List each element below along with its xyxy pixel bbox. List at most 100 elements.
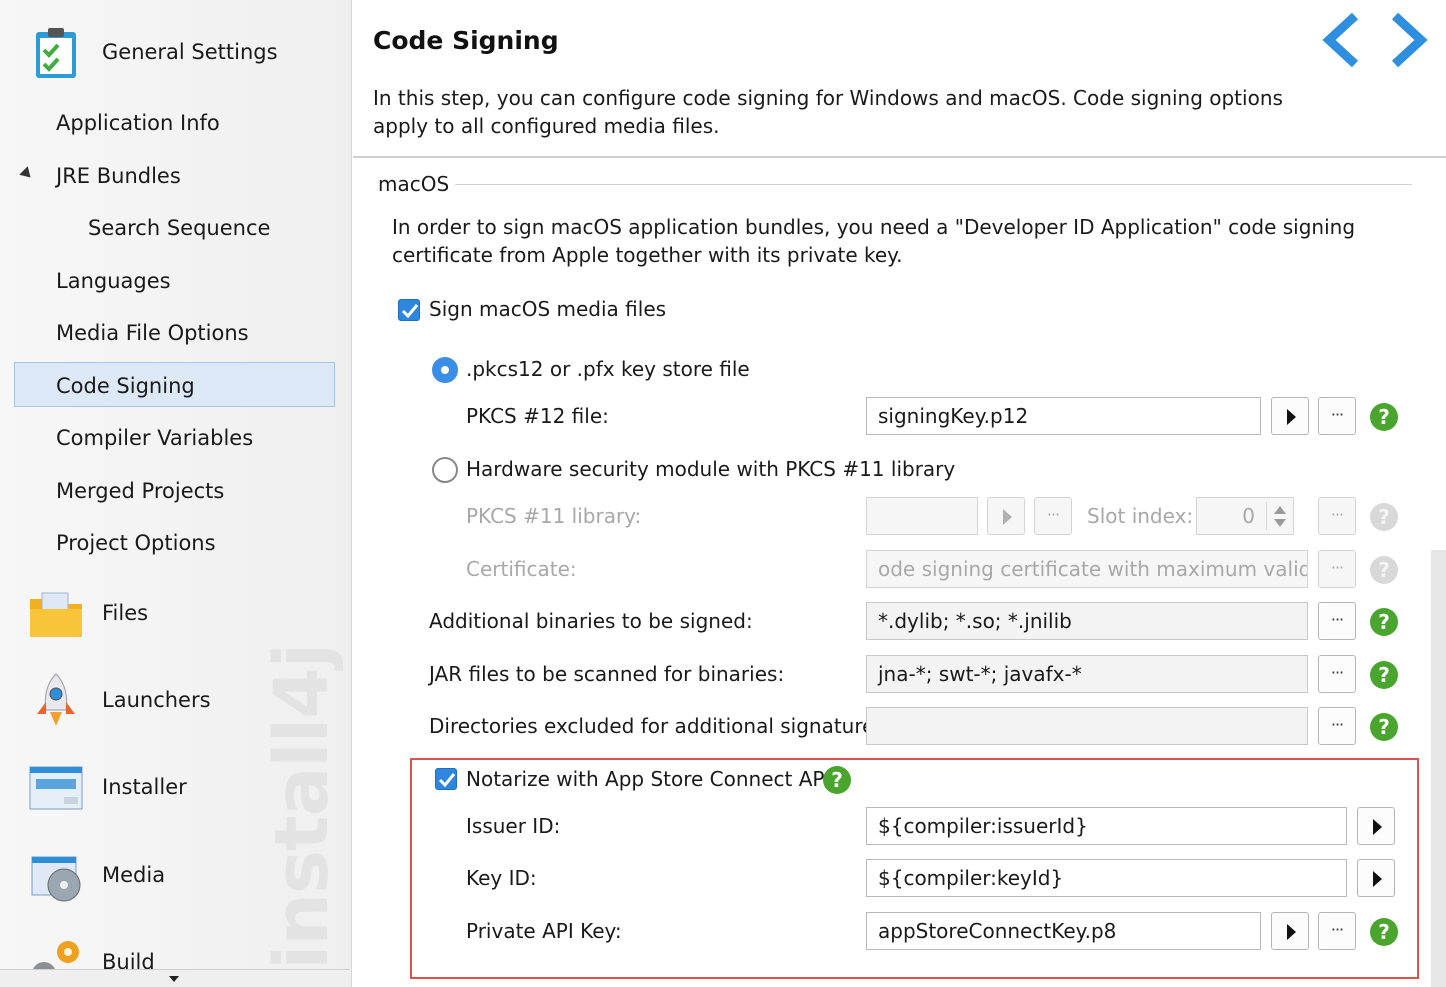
code-signing-form: macOS In order to sign macOS application… [353,160,1446,987]
checkmark-icon [438,773,456,788]
media-disc-icon [31,856,81,902]
ellipsis-icon: ··· [1330,558,1344,577]
chevron-down-icon [169,976,179,982]
sidebar-item-project-options[interactable]: Project Options [56,521,216,565]
hsm-help-icon[interactable]: ? [1370,503,1398,531]
pkcs12-variable-button[interactable] [1271,397,1309,435]
sidebar-group-files[interactable]: Files [0,573,350,653]
ellipsis-icon: ··· [1046,505,1060,524]
issuer-id-input[interactable]: ${compiler:issuerId} [866,807,1347,845]
jar-files-edit-button[interactable]: ··· [1318,655,1356,693]
pkcs11-browse-button[interactable]: ··· [1034,497,1072,535]
sidebar-group-launchers[interactable]: Launchers [0,660,350,740]
sidebar-item-compiler-variables[interactable]: Compiler Variables [56,416,253,460]
keystore-radio-label: .pkcs12 or .pfx key store file [466,357,750,381]
sidebar-group-label: Installer [102,775,187,799]
pkcs11-label: PKCS #11 library: [466,504,642,528]
sidebar-scroll-down[interactable] [0,969,350,987]
section-legend-macos: macOS [378,172,450,196]
jar-files-label: JAR files to be scanned for binaries: [429,662,785,686]
chevron-left-icon[interactable] [1319,12,1363,68]
additional-binaries-label: Additional binaries to be signed: [429,609,753,633]
jar-files-input[interactable]: jna-*; swt-*; javafx-* [866,655,1308,693]
certificate-help-icon[interactable]: ? [1370,556,1398,584]
macos-intro-text: In order to sign macOS application bundl… [392,215,1356,267]
notarize-checkbox[interactable] [435,768,457,790]
checkmark-icon [401,304,419,319]
keystore-radio[interactable] [432,357,458,383]
excluded-dirs-edit-button[interactable]: ··· [1318,707,1356,745]
private-api-key-variable-button[interactable] [1271,912,1309,950]
sign-macos-label: Sign macOS media files [429,297,667,321]
pkcs12-browse-button[interactable]: ··· [1318,397,1356,435]
key-id-input[interactable]: ${compiler:keyId} [866,859,1347,897]
installer-window-icon [29,766,83,810]
notarize-label: Notarize with App Store Connect API [466,767,831,791]
private-api-key-label: Private API Key: [466,919,622,943]
sidebar-group-media[interactable]: Media [0,835,350,915]
sidebar-group-general-settings[interactable]: General Settings [0,12,350,92]
clipboard-check-icon [36,28,76,78]
key-id-label: Key ID: [466,866,537,890]
pkcs11-variable-button[interactable] [987,497,1025,535]
spinner-up-icon[interactable] [1274,506,1286,514]
vertical-scrollbar[interactable] [1431,550,1446,987]
additional-binaries-help-icon[interactable]: ? [1370,608,1398,636]
sidebar-group-installer[interactable]: Installer [0,747,350,827]
slot-index-label: Slot index: [1087,504,1194,528]
expand-triangle-icon[interactable] [19,166,35,182]
certificate-input[interactable]: ode signing certificate with maximum val… [866,550,1308,588]
sidebar-group-label: General Settings [102,40,278,64]
certificate-label: Certificate: [466,557,577,581]
additional-binaries-edit-button[interactable]: ··· [1318,602,1356,640]
slot-index-value: 0 [1242,504,1255,528]
chevron-right-icon[interactable] [1387,12,1431,68]
notarize-help-icon[interactable]: ? [823,766,851,794]
hsm-radio[interactable] [432,457,458,483]
sidebar-item-code-signing[interactable]: Code Signing [56,364,195,408]
sidebar-item-search-sequence[interactable]: Search Sequence [88,206,270,250]
additional-binaries-input[interactable]: *.dylib; *.so; *.jnilib [866,602,1308,640]
play-icon [1373,819,1382,835]
excluded-dirs-help-icon[interactable]: ? [1370,713,1398,741]
pkcs12-help-icon[interactable]: ? [1370,403,1398,431]
pkcs11-library-input[interactable] [866,497,978,535]
ellipsis-icon: ··· [1330,505,1344,524]
ellipsis-icon: ··· [1330,405,1344,424]
private-api-key-input[interactable]: appStoreConnectKey.p8 [866,912,1261,950]
slot-index-spinner[interactable]: 0 [1196,497,1294,535]
section-divider [455,184,1412,185]
ellipsis-icon: ··· [1330,663,1344,682]
jar-files-help-icon[interactable]: ? [1370,661,1398,689]
private-api-key-help-icon[interactable]: ? [1370,918,1398,946]
play-icon [1287,409,1296,425]
sidebar-item-merged-projects[interactable]: Merged Projects [56,469,224,513]
sidebar-item-application-info[interactable]: Application Info [56,101,220,145]
ellipsis-icon: ··· [1330,715,1344,734]
play-icon [1373,871,1382,887]
pkcs12-file-input[interactable]: signingKey.p12 [866,397,1261,435]
excluded-dirs-input[interactable] [866,707,1308,745]
key-id-variable-button[interactable] [1357,859,1395,897]
hsm-radio-label: Hardware security module with PKCS #11 l… [466,457,956,481]
sidebar-group-label: Files [102,601,149,625]
sidebar-item-languages[interactable]: Languages [56,259,171,303]
private-api-key-browse-button[interactable]: ··· [1318,912,1356,950]
page-title: Code Signing [373,26,559,55]
ellipsis-icon: ··· [1330,920,1344,939]
folder-icon [30,592,82,637]
sidebar-item-media-file-options[interactable]: Media File Options [56,311,249,355]
play-icon [1003,509,1012,525]
spinner-down-icon[interactable] [1274,519,1286,527]
sidebar-group-label: Launchers [102,688,211,712]
sidebar-item-jre-bundles[interactable]: JRE Bundles [56,154,181,198]
ellipsis-icon: ··· [1330,610,1344,629]
excluded-dirs-label: Directories excluded for additional sign… [429,714,892,738]
certificate-browse-button[interactable]: ··· [1318,550,1356,588]
issuer-id-label: Issuer ID: [466,814,561,838]
sign-macos-checkbox[interactable] [398,299,420,321]
issuer-id-variable-button[interactable] [1357,807,1395,845]
step-header: Code Signing In this step, you can confi… [353,0,1446,158]
play-icon [1287,924,1296,940]
slot-browse-button[interactable]: ··· [1318,497,1356,535]
